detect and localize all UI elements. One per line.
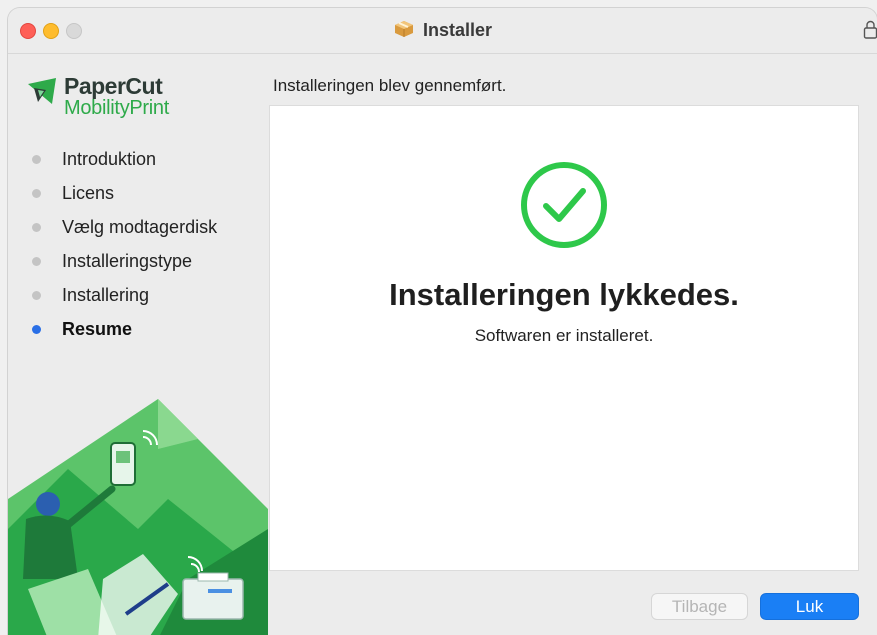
success-title: Installeringen lykkedes.: [389, 277, 739, 312]
step-bullet: [32, 256, 41, 266]
step-label: Resume: [62, 318, 133, 339]
step-label: Licens: [62, 182, 115, 203]
step-bullet: [32, 290, 41, 300]
back-button[interactable]: Tilbage: [651, 593, 748, 620]
step-introduktion: Introduktion: [32, 142, 217, 176]
step-vaelg-modtagerdisk: Vælg modtagerdisk: [32, 210, 217, 244]
lock-icon: [863, 20, 877, 45]
step-label: Introduktion: [62, 148, 157, 169]
logo-text-mobilityprint: MobilityPrint: [64, 97, 170, 119]
step-label: Vælg modtagerdisk: [62, 216, 218, 237]
window-title-group: Installer: [8, 8, 877, 53]
sidebar: PaperCut MobilityPrint Introduktion Lice…: [8, 54, 268, 635]
logo-text-papercut: PaperCut: [64, 73, 163, 99]
package-icon: [393, 18, 415, 43]
window-title: Installer: [422, 20, 493, 40]
step-resume: Resume: [32, 312, 217, 346]
success-check-icon: [520, 161, 608, 254]
title-bar: Installer: [8, 8, 877, 54]
step-installeringstype: Installeringstype: [32, 244, 217, 278]
mobility-print-illustration: [8, 379, 268, 635]
step-bullet: [32, 154, 41, 164]
installer-window: Installer PaperCut MobilityPrint Introdu…: [8, 8, 877, 635]
step-label: Installeringstype: [62, 250, 193, 271]
step-bullet-active: [32, 324, 41, 334]
content-panel: Installeringen lykkedes. Softwaren er in…: [269, 105, 859, 571]
installer-steps-list: Introduktion Licens Vælg modtagerdisk In…: [32, 142, 217, 346]
step-licens: Licens: [32, 176, 217, 210]
step-bullet: [32, 222, 41, 232]
step-bullet: [32, 188, 41, 198]
close-button[interactable]: Luk: [760, 593, 859, 620]
step-installering: Installering: [32, 278, 217, 312]
success-subtitle: Softwaren er installeret.: [474, 326, 654, 345]
papercut-logo-icon: [26, 74, 60, 113]
step-label: Installering: [62, 284, 150, 305]
page-heading: Installeringen blev gennemført.: [273, 76, 507, 95]
